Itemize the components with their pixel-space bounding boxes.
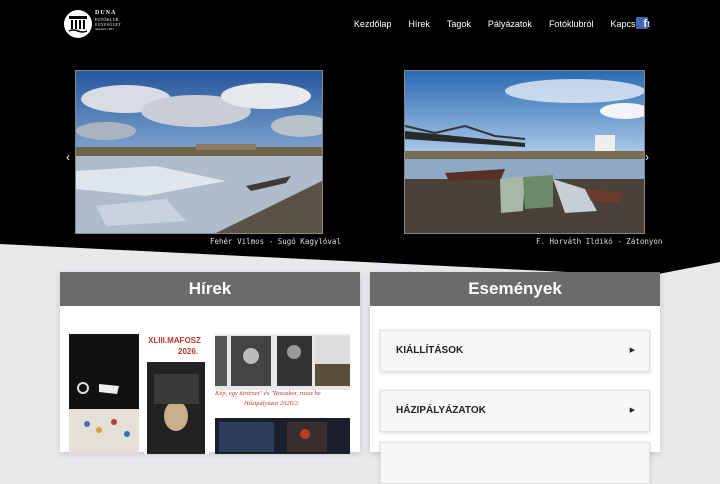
news-card: Hírek XLIII.MAFOSZ 2026. Kép, egy történ… — [60, 272, 360, 454]
accordion-label: KIÁLLÍTÁSOK — [396, 345, 464, 356]
facebook-icon[interactable]: f — [636, 17, 648, 30]
events-title: Események — [370, 272, 660, 306]
hero-section: DUNA FOTÓKLUB EGYESÜLET alapítva 1957 Ke… — [0, 0, 720, 290]
logo-line-4: alapítva 1957 — [95, 27, 114, 31]
caret-right-icon: ▶ — [629, 407, 635, 414]
nav-item-tagok[interactable]: Tagok — [447, 19, 471, 29]
slide-caption-2: F. Horváth Ildikó - Zátonyon — [536, 237, 663, 246]
caret-right-icon: ▶ — [629, 347, 635, 354]
chevron-right-icon[interactable]: › — [645, 150, 649, 164]
logo-wordmark: DUNA FOTÓKLUB EGYESÜLET alapítva 1957 — [95, 10, 121, 31]
slide-photo-2[interactable] — [404, 70, 645, 234]
poster-2-text-1: Kép, egy történet" és "Rosszkor, rossz h… — [215, 390, 321, 397]
logo[interactable]: DUNA FOTÓKLUB EGYESÜLET alapítva 1957 — [64, 10, 121, 40]
logo-emblem — [64, 10, 92, 38]
poster-1-year: 2026. — [178, 347, 199, 356]
poster-2-text-2: Házipályázat 2026/2. — [244, 400, 300, 407]
slide-caption-1: Fehér Vilmos - Sugó Kagylóval — [210, 237, 341, 246]
events-card: Események KIÁLLÍTÁSOK ▶ HÁZIPÁLYÁZATOK ▶ — [370, 272, 660, 484]
slide-photo-1[interactable] — [75, 70, 323, 234]
news-title: Hírek — [60, 272, 360, 306]
chevron-left-icon[interactable]: ‹ — [66, 150, 70, 164]
nav-item-fotoklubrol[interactable]: Fotóklubról — [549, 19, 594, 29]
accordion-hazipalyazatok[interactable]: HÁZIPÁLYÁZATOK ▶ — [380, 390, 650, 432]
nav-item-hirek[interactable]: Hírek — [408, 19, 430, 29]
logo-line-1: DUNA — [95, 10, 117, 16]
accordion-label: HÁZIPÁLYÁZATOK — [396, 405, 486, 416]
nav-item-kezdolap[interactable]: Kezdőlap — [354, 19, 392, 29]
main-nav: Kezdőlap Hírek Tagok Pályázatok Fotóklub… — [354, 19, 650, 29]
accordion-partial[interactable] — [380, 442, 650, 484]
accordion-kiallitasok[interactable]: KIÁLLÍTÁSOK ▶ — [380, 330, 650, 372]
poster-1-title: XLIII.MAFOSZ — [148, 336, 201, 345]
nav-item-palyazatok[interactable]: Pályázatok — [488, 19, 532, 29]
